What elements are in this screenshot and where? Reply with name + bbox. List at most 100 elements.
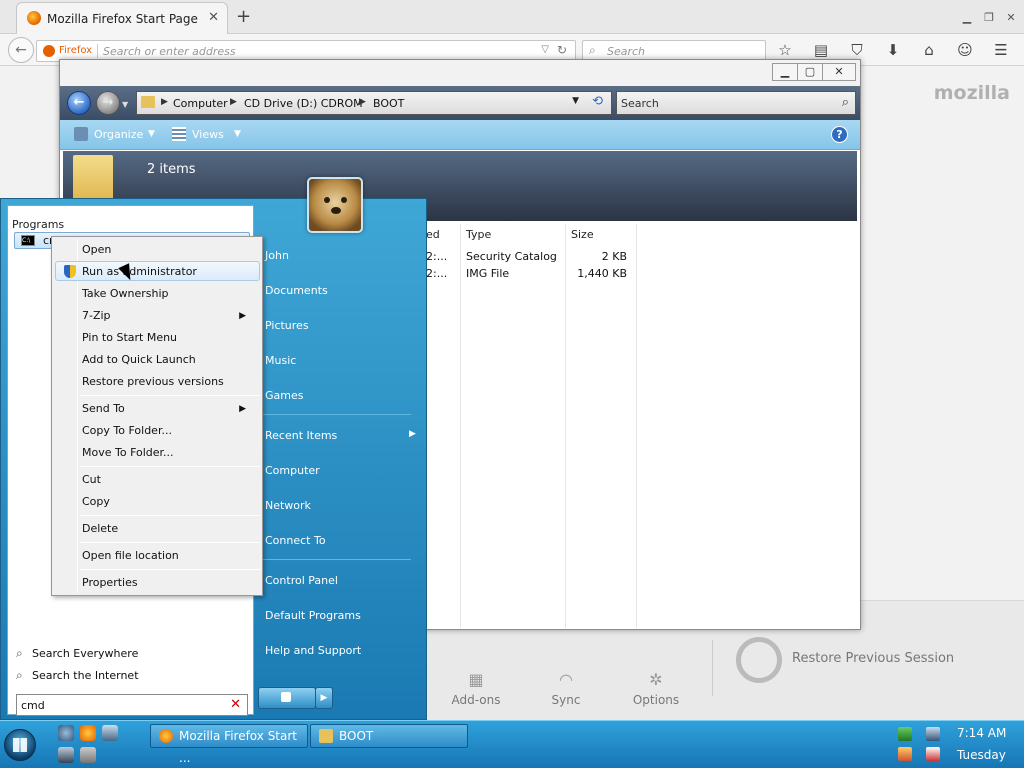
menu-item-open-file-location[interactable]: Open file location <box>82 546 258 566</box>
menu-item-open[interactable]: Open <box>82 240 258 260</box>
recent-pages-icon[interactable]: ▼ <box>122 100 128 109</box>
lock-button[interactable] <box>258 687 316 709</box>
row-size[interactable]: 1,440 KB <box>571 267 627 280</box>
bookmark-star-icon[interactable]: ☆ <box>776 40 794 60</box>
views-dropdown-icon[interactable]: ▼ <box>234 129 241 139</box>
breadcrumb-boot[interactable]: BOOT <box>373 97 404 110</box>
restore-session-icon[interactable] <box>736 637 782 683</box>
start-item-computer[interactable]: Computer <box>265 464 320 477</box>
quicklaunch-ie-icon[interactable] <box>58 725 74 741</box>
start-item-recent-items[interactable]: Recent Items <box>265 429 337 442</box>
reload-icon[interactable]: ↻ <box>557 43 567 57</box>
start-search-input[interactable]: cmd ✕ <box>16 694 248 716</box>
refresh-icon[interactable]: ⟲ <box>592 94 603 109</box>
search-everywhere-link[interactable]: ⌕ Search Everywhere <box>16 646 138 661</box>
menu-item-7zip[interactable]: 7-Zip ▶ <box>82 306 258 326</box>
taskbar-button-firefox[interactable]: Mozilla Firefox Start ... <box>150 724 308 765</box>
pocket-icon[interactable]: ⛉ <box>848 40 866 60</box>
start-item-control-panel[interactable]: Control Panel <box>265 574 338 587</box>
quicklaunch-firefox-icon[interactable] <box>80 725 96 741</box>
quicklaunch-app-icon[interactable] <box>80 747 96 763</box>
url-dropdown-icon[interactable]: ▽ <box>541 44 549 55</box>
taskbar-button-boot[interactable]: BOOT <box>310 724 468 748</box>
clear-search-icon[interactable]: ✕ <box>230 697 241 712</box>
menu-item-take-ownership[interactable]: Take Ownership <box>82 284 258 304</box>
explorer-close-icon[interactable]: ✕ <box>822 63 856 81</box>
row-type[interactable]: IMG File <box>466 267 509 280</box>
explorer-search-box[interactable]: Search ⌕ <box>616 91 856 115</box>
start-item-documents[interactable]: Documents <box>265 284 328 297</box>
row-modified[interactable]: 2:... <box>426 267 447 280</box>
clock-time[interactable]: 7:14 AM <box>957 726 1006 740</box>
breadcrumb-arrow-icon[interactable]: ▶ <box>230 97 237 107</box>
start-item-default-programs[interactable]: Default Programs <box>265 609 361 622</box>
column-header-size[interactable]: Size <box>571 228 594 241</box>
menu-item-cut[interactable]: Cut <box>82 470 258 490</box>
explorer-maximize-icon[interactable]: ▢ <box>797 63 823 81</box>
network-icon[interactable] <box>926 727 940 741</box>
clock-day[interactable]: Tuesday <box>957 748 1006 762</box>
sync-launcher[interactable]: ◠ Sync <box>526 670 606 707</box>
menu-item-properties[interactable]: Properties <box>82 573 258 593</box>
menu-item-restore-previous-versions[interactable]: Restore previous versions <box>82 372 258 392</box>
start-button[interactable] <box>4 729 36 761</box>
start-item-music[interactable]: Music <box>265 354 296 367</box>
quicklaunch-desktop-icon[interactable] <box>102 725 118 741</box>
address-dropdown-icon[interactable]: ▼ <box>572 96 579 106</box>
menu-item-run-as-administrator[interactable]: Run as administrator <box>82 262 258 282</box>
menu-icon[interactable]: ☰ <box>992 40 1010 60</box>
shutdown-options-button[interactable]: ▶ <box>315 687 333 709</box>
menu-item-add-to-quick-launch[interactable]: Add to Quick Launch <box>82 350 258 370</box>
breadcrumb-computer[interactable]: Computer <box>173 97 228 110</box>
start-item-network[interactable]: Network <box>265 499 311 512</box>
menu-item-send-to[interactable]: Send To ▶ <box>82 399 258 419</box>
power-icon[interactable] <box>898 747 912 761</box>
row-type[interactable]: Security Catalog <box>466 250 557 263</box>
explorer-address-bar[interactable]: ▶ Computer ▶ CD Drive (D:) CDROM ▶ BOOT … <box>136 91 612 115</box>
addons-launcher[interactable]: ▦ Add-ons <box>436 670 516 707</box>
volume-muted-icon[interactable] <box>926 747 940 761</box>
menu-item-copy-to-folder[interactable]: Copy To Folder... <box>82 421 258 441</box>
start-item-user[interactable]: John <box>265 249 289 262</box>
breadcrumb-arrow-icon[interactable]: ▶ <box>161 97 168 107</box>
explorer-back-button[interactable]: ← <box>67 91 91 115</box>
quicklaunch-switch-windows-icon[interactable] <box>58 747 74 763</box>
minimize-icon[interactable]: ▁ <box>960 12 974 24</box>
row-modified[interactable]: 2:... <box>426 250 447 263</box>
explorer-command-bar: Organize ▼ Views ▼ ? <box>60 120 860 150</box>
home-icon[interactable]: ⌂ <box>920 40 938 60</box>
restore-icon[interactable]: ❐ <box>982 12 996 24</box>
breadcrumb-arrow-icon[interactable]: ▶ <box>359 97 366 107</box>
menu-item-copy[interactable]: Copy <box>82 492 258 512</box>
help-icon[interactable]: ? <box>831 126 848 143</box>
downloads-icon[interactable]: ⬇ <box>884 40 902 60</box>
start-item-pictures[interactable]: Pictures <box>265 319 309 332</box>
menu-item-delete[interactable]: Delete <box>82 519 258 539</box>
security-center-icon[interactable] <box>898 727 912 741</box>
organize-dropdown-icon[interactable]: ▼ <box>148 129 155 139</box>
row-size[interactable]: 2 KB <box>571 250 627 263</box>
tab-close-icon[interactable]: ✕ <box>208 10 219 25</box>
views-button[interactable]: Views <box>192 128 224 141</box>
menu-item-move-to-folder[interactable]: Move To Folder... <box>82 443 258 463</box>
bookmarks-list-icon[interactable]: ▤ <box>812 40 830 60</box>
organize-button[interactable]: Organize <box>94 128 143 141</box>
close-icon[interactable]: ✕ <box>1004 12 1018 24</box>
explorer-forward-button[interactable]: → <box>96 91 120 115</box>
breadcrumb-cd-drive[interactable]: CD Drive (D:) CDROM <box>244 97 363 110</box>
column-header-type[interactable]: Type <box>466 228 491 241</box>
column-header-modified[interactable]: ed <box>426 228 440 241</box>
explorer-minimize-icon[interactable]: ▁ <box>772 63 798 81</box>
menu-item-pin-to-start[interactable]: Pin to Start Menu <box>82 328 258 348</box>
options-launcher[interactable]: ✲ Options <box>616 670 696 707</box>
restore-session-label[interactable]: Restore Previous Session <box>792 651 954 666</box>
hello-icon[interactable]: ☺ <box>956 40 974 60</box>
firefox-tab[interactable]: Mozilla Firefox Start Page ✕ <box>16 2 228 34</box>
start-item-help-support[interactable]: Help and Support <box>265 644 361 657</box>
search-internet-link[interactable]: ⌕ Search the Internet <box>16 668 139 683</box>
new-tab-button[interactable]: + <box>236 6 251 27</box>
back-button[interactable]: ← <box>8 37 34 63</box>
start-item-connect-to[interactable]: Connect To <box>265 534 326 547</box>
user-avatar[interactable] <box>307 177 363 233</box>
start-item-games[interactable]: Games <box>265 389 303 402</box>
